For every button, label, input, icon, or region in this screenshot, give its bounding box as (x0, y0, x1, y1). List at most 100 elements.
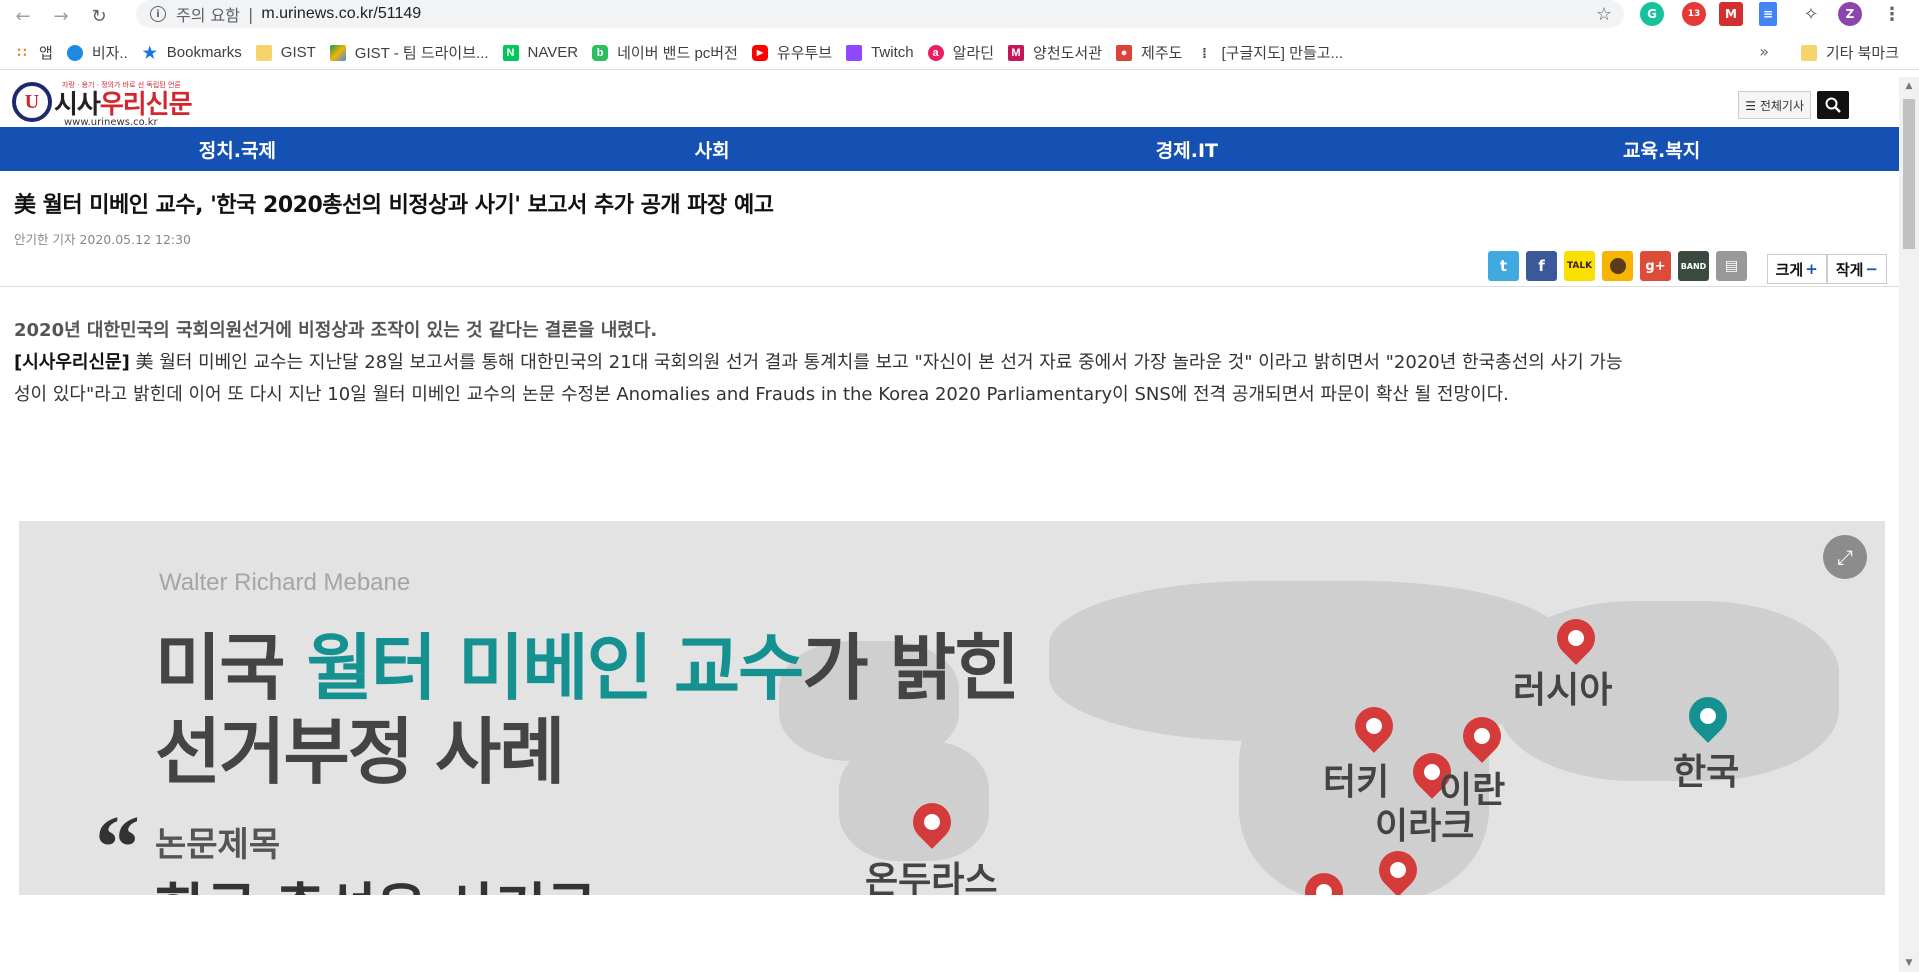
map-pin-icon: ● (1116, 44, 1133, 61)
bookmark-label: 네이버 밴드 pc버전 (617, 45, 738, 62)
other-bookmarks[interactable]: 기타 북마크 (1800, 42, 1899, 63)
scroll-up-arrow-icon[interactable]: ▲ (1899, 77, 1919, 95)
drive-icon (329, 44, 346, 61)
bookmark-twitch[interactable]: Twitch (846, 44, 914, 61)
nav-economy-it[interactable]: 경제.IT (950, 136, 1425, 163)
folder-icon (255, 44, 272, 61)
bookmark-bookmarks[interactable]: ★ Bookmarks (142, 44, 242, 62)
bookmark-jeju[interactable]: ● 제주도 (1116, 42, 1182, 63)
figure-author: Walter Richard Mebane (159, 569, 411, 596)
google-plus-icon[interactable]: g+ (1640, 251, 1671, 281)
url-copy-icon[interactable]: ▤ (1716, 251, 1747, 281)
article-byline: 안기한 기자 2020.05.12 12:30 (14, 232, 192, 247)
bookmark-gist-drive[interactable]: GIST - 팀 드라이브... (329, 42, 489, 63)
figure-paper-title: 한국 총선은 사기극 (155, 865, 597, 895)
all-articles-button[interactable]: ☰ 전체기사 (1738, 91, 1811, 119)
nav-politics-international[interactable]: 정치.국제 (0, 136, 475, 163)
logo-url: www.urinews.co.kr (64, 117, 158, 128)
bookmark-apps[interactable]: ∷ 앱 (14, 42, 53, 63)
extension-badge-count: 13 (1687, 9, 1701, 19)
reload-icon[interactable]: ↻ (84, 2, 114, 30)
bookmarks-bar: ∷ 앱 비자.. ★ Bookmarks GIST GIST - 팀 드라이브...… (0, 36, 1919, 70)
logo-prefix: 시사 (54, 89, 101, 120)
font-size-controls: 크게 + 작게 − (1766, 254, 1887, 284)
logo-tagline: 자랑 · 용기 · 정의가 바로 선 독립된 언론 (62, 81, 181, 89)
bookmark-label: 양천도서관 (1033, 45, 1103, 62)
bookmark-gist[interactable]: GIST (255, 44, 316, 61)
site-logo[interactable]: U 시사우리신문 자랑 · 용기 · 정의가 바로 선 독립된 언론 www.u… (12, 81, 193, 128)
article-body: 2020년 대한민국의 국회의원선거에 비정상과 조작이 있는 것 같다는 결론… (0, 287, 1640, 411)
docs-icon[interactable]: ≡ (1759, 2, 1777, 26)
nav-education-welfare[interactable]: 교육.복지 (1424, 136, 1899, 163)
other-bookmarks-label: 기타 북마크 (1825, 45, 1899, 62)
info-icon[interactable]: i (150, 6, 166, 22)
plus-icon: + (1805, 260, 1818, 278)
bookmark-label: 앱 (39, 45, 53, 62)
youtube-icon: ▶ (751, 44, 768, 61)
size-up-label: 크게 (1775, 260, 1804, 279)
bookmark-naver[interactable]: N NAVER (502, 44, 579, 61)
bookmark-google-maps[interactable]: ⁞ [구글지도] 만들고... (1196, 42, 1343, 63)
forward-arrow-icon[interactable]: → (46, 2, 76, 30)
extensions-puzzle-icon[interactable]: ✧ (1799, 2, 1823, 26)
page-scrollbar[interactable]: ▲ ▼ (1899, 77, 1919, 972)
bookmark-library[interactable]: M 양천도서관 (1008, 42, 1102, 63)
share-buttons: t f TALK g+ BAND ▤ (1488, 251, 1747, 281)
bookmark-label: GIST (280, 44, 316, 61)
band-share-icon[interactable]: BAND (1678, 251, 1709, 281)
font-size-up-button[interactable]: 크게 + (1766, 254, 1827, 284)
profile-avatar[interactable]: Z (1838, 2, 1862, 26)
bookmark-visa[interactable]: 비자.. (66, 42, 128, 63)
quote-mark-icon: “ (95, 798, 140, 895)
kakaostory-icon[interactable] (1602, 251, 1633, 281)
figure-title-line2: 선거부정 사례 (155, 710, 566, 794)
site-header: U 시사우리신문 자랑 · 용기 · 정의가 바로 선 독립된 언론 www.u… (0, 77, 1899, 128)
bookmark-label: 알라딘 (952, 45, 995, 62)
scrollbar-thumb[interactable] (1903, 99, 1915, 249)
category-nav: 정치.국제 사회 경제.IT 교육.복지 (0, 127, 1899, 171)
logo-suffix: 우리신문 (99, 89, 193, 120)
bookmark-youtube[interactable]: ▶ 유우투브 (751, 42, 833, 63)
apps-grid-icon: ∷ (17, 44, 27, 60)
twitter-icon[interactable]: t (1488, 251, 1519, 281)
bookmark-label: 비자.. (91, 45, 128, 62)
mendeley-icon[interactable]: M (1719, 2, 1743, 26)
bookmark-label: Bookmarks (166, 44, 242, 61)
bookmark-label: Twitch (871, 44, 914, 61)
pin-label-honduras: 온두라스 (865, 860, 998, 895)
size-down-label: 작게 (1835, 260, 1864, 279)
nav-society[interactable]: 사회 (475, 136, 950, 163)
font-size-down-button[interactable]: 작게 − (1826, 254, 1887, 284)
expand-image-icon[interactable]: ⤢ (1823, 535, 1867, 579)
map-landmass (839, 741, 989, 861)
bookmark-label: NAVER (527, 44, 579, 61)
bookmark-band[interactable]: b 네이버 밴드 pc버전 (592, 42, 738, 63)
library-icon: M (1008, 44, 1025, 61)
facebook-icon[interactable]: f (1526, 251, 1557, 281)
bookmarks-overflow-icon[interactable]: » (1759, 42, 1769, 61)
scroll-down-arrow-icon[interactable]: ▼ (1899, 954, 1919, 972)
url-text[interactable]: m.urinews.co.kr/51149 (261, 5, 421, 23)
naver-icon: N (502, 44, 519, 61)
address-bar[interactable]: i 주의 요함 | m.urinews.co.kr/51149 ☆ (136, 0, 1624, 28)
article-text: 美 월터 미베인 교수는 지난달 28일 보고서를 통해 대한민국의 21대 국… (14, 352, 1623, 405)
article-figure[interactable]: Walter Richard Mebane 미국 월터 미베인 교수가 밝힌 선… (19, 521, 1885, 895)
grammarly-icon[interactable]: G (1640, 2, 1664, 26)
article-header: 美 월터 미베인 교수, '한국 2020총선의 비정상과 사기' 보고서 추가… (0, 171, 1899, 287)
menu-kebab-icon[interactable]: ⋮ (1880, 2, 1904, 26)
security-label: 주의 요함 (176, 6, 240, 25)
article-lead: 2020년 대한민국의 국회의원선거에 비정상과 조작이 있는 것 같다는 결론… (14, 320, 658, 341)
logo-mark-icon: U (12, 82, 52, 122)
bookmark-star-icon[interactable]: ☆ (1596, 4, 1612, 25)
band-icon: b (592, 44, 609, 61)
bookmark-label: 유우투브 (776, 45, 833, 62)
twitch-icon (846, 44, 863, 61)
back-arrow-icon[interactable]: ← (8, 2, 38, 30)
extension-badge-icon[interactable]: 13 (1682, 2, 1706, 26)
pin-label-korea: 한국 (1673, 752, 1740, 793)
bookmark-aladin[interactable]: a 알라딘 (927, 42, 995, 63)
bookmark-label: GIST - 팀 드라이브... (354, 45, 489, 62)
kakaotalk-icon[interactable]: TALK (1564, 251, 1595, 281)
search-button[interactable] (1817, 91, 1849, 119)
browser-toolbar: ← → ↻ i 주의 요함 | m.urinews.co.kr/51149 ☆ … (0, 0, 1919, 32)
